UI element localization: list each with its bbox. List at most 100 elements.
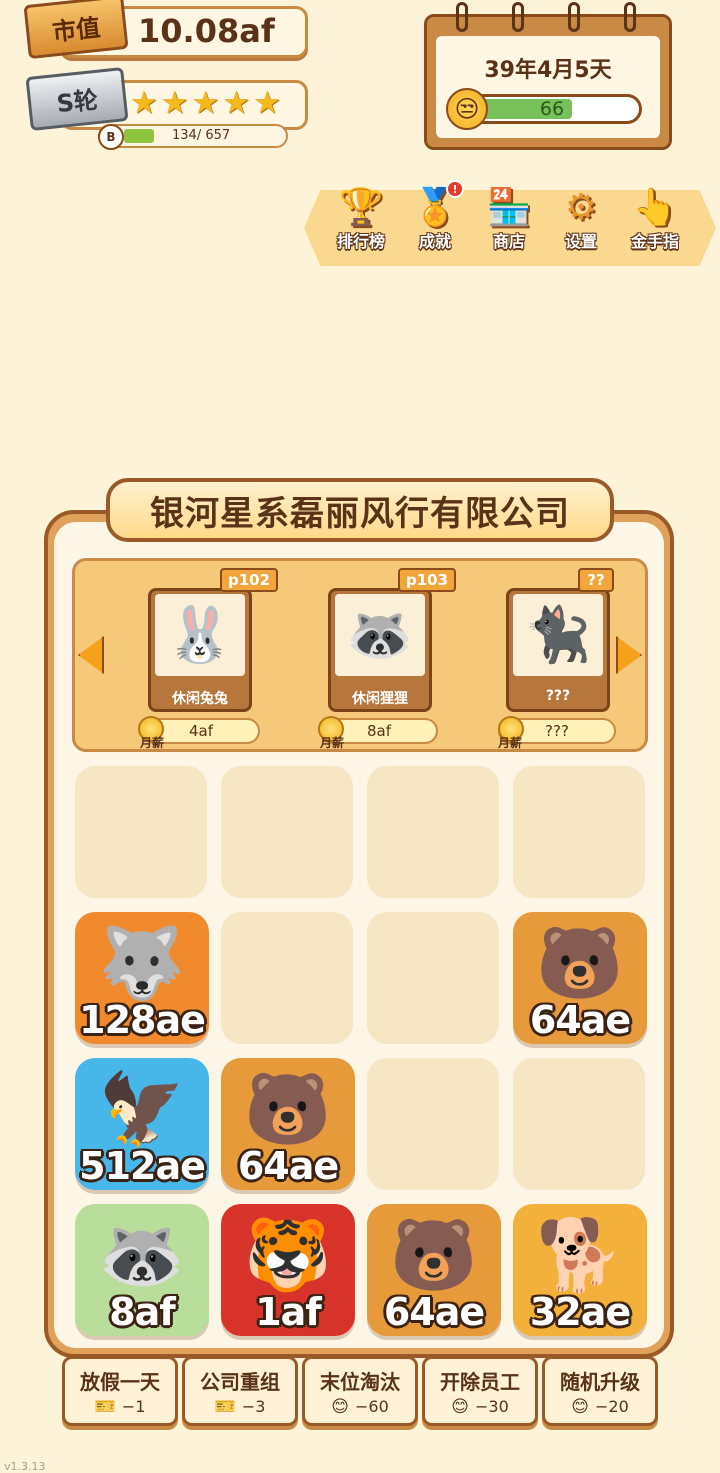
trophy-icon: 🏆: [338, 187, 384, 228]
version-label: v1.3.13: [4, 1460, 46, 1473]
action-label: 放假一天: [80, 1369, 160, 1394]
employee-tag: ??: [578, 568, 614, 592]
employee-name: ???: [545, 688, 571, 704]
employee-tag: p102: [220, 568, 278, 592]
tile-value: 512ae: [79, 1144, 206, 1188]
red-panda-icon: 🦝: [335, 594, 425, 676]
market-value-label: 市值: [50, 13, 102, 46]
employee-tile-bear[interactable]: 🐻 64ae: [367, 1204, 501, 1336]
shiba-icon: 🐕: [536, 1214, 624, 1296]
game-date: 39年4月5天: [484, 58, 612, 83]
xp-progress-fill: [124, 129, 154, 143]
action-fire-employee-button[interactable]: 开除员工 😊 −30: [422, 1356, 538, 1426]
tile-value: 64ae: [529, 998, 631, 1042]
smile-icon: 😊: [571, 1396, 589, 1417]
market-value-tag: 市值: [23, 0, 129, 60]
empty-grid-slot[interactable]: [513, 766, 645, 898]
calendar-ring-icon: [568, 2, 580, 32]
rabbit-icon: 🐰: [155, 594, 245, 676]
employee-name: 休闲狸狸: [352, 691, 408, 707]
smile-icon: 😊: [331, 1396, 349, 1417]
smile-icon: 😊: [451, 1396, 469, 1417]
action-label: 公司重组: [200, 1369, 280, 1394]
action-eliminate-last-button[interactable]: 末位淘汰 😊 −60: [302, 1356, 418, 1426]
star-icon: ★: [130, 85, 158, 121]
action-cost: 🎫 −3: [215, 1397, 266, 1417]
rank-label: S轮: [55, 85, 100, 118]
action-label: 开除员工: [440, 1369, 520, 1394]
locked-silhouette-icon: 🐈‍⬛: [513, 594, 603, 676]
menu-settings-button[interactable]: ⚙ 设置: [546, 180, 616, 260]
salary-label: 月薪: [498, 736, 523, 750]
xp-progress-text: 134/ 657: [172, 128, 231, 143]
company-name-banner: 银河星系磊丽风行有限公司: [106, 478, 614, 542]
star-icon: ★: [253, 85, 281, 121]
salary-label: 月薪: [320, 736, 345, 750]
employee-tile-bear[interactable]: 🐻 64ae: [513, 912, 647, 1044]
employee-tag: p103: [398, 568, 456, 592]
menu-label: 设置: [564, 232, 597, 251]
menu-label: 金手指: [630, 232, 679, 251]
menu-shop-button[interactable]: 🏪 商店: [474, 180, 544, 260]
action-label: 随机升级: [560, 1369, 640, 1394]
bear-icon: 🐻: [244, 1068, 332, 1150]
cost-value: −30: [474, 1397, 509, 1416]
action-cost: 😊 −60: [331, 1397, 389, 1417]
wolf-icon: 🐺: [98, 922, 186, 1004]
gear-icon: ⚙: [564, 186, 598, 228]
menu-golden-finger-button[interactable]: 👆 金手指: [620, 180, 690, 260]
calendar-ring-icon: [456, 2, 468, 32]
calendar-ring-icon: [512, 2, 524, 32]
notification-badge: !: [446, 180, 464, 198]
bear-icon: 🐻: [390, 1214, 478, 1296]
employee-tile-tiger[interactable]: 🐯 1af: [221, 1204, 355, 1336]
rank-tag: S轮: [25, 67, 129, 131]
mood-value: 66: [539, 98, 565, 120]
ticket-icon: 🎫: [214, 1396, 236, 1417]
cost-value: −60: [354, 1397, 389, 1416]
cost-value: −3: [241, 1397, 266, 1416]
menu-label: 商店: [492, 232, 525, 251]
neutral-face-icon: 😒: [446, 88, 488, 130]
tile-value: 64ae: [383, 1290, 485, 1334]
tile-value: 8af: [109, 1290, 176, 1334]
star-icon: ★: [191, 85, 220, 121]
empty-grid-slot[interactable]: [367, 912, 499, 1044]
eagle-icon: 🦅: [98, 1068, 186, 1150]
empty-grid-slot[interactable]: [221, 912, 353, 1044]
employee-tile-red-panda[interactable]: 🦝 8af: [75, 1204, 209, 1336]
action-label: 末位淘汰: [320, 1369, 400, 1394]
star-rating: ★ ★ ★ ★ ★: [130, 86, 281, 120]
menu-label: 排行榜: [336, 232, 385, 251]
tile-value: 32ae: [529, 1290, 631, 1334]
action-cost: 😊 −20: [571, 1397, 629, 1417]
empty-grid-slot[interactable]: [513, 1058, 645, 1190]
star-icon: ★: [222, 85, 251, 121]
menu-leaderboard-button[interactable]: 🏆 排行榜: [326, 180, 396, 260]
action-cost: 😊 −30: [451, 1397, 509, 1417]
action-day-off-button[interactable]: 放假一天 🎫 −1: [62, 1356, 178, 1426]
employee-tile-bear[interactable]: 🐻 64ae: [221, 1058, 355, 1190]
action-cost: 🎫 −1: [95, 1397, 146, 1417]
employee-tile-eagle[interactable]: 🦅 512ae: [75, 1058, 209, 1190]
salary-label: 月薪: [140, 736, 165, 750]
calendar-ring-icon: [624, 2, 636, 32]
xp-level-badge: B: [98, 124, 124, 150]
employee-name: 休闲兔兔: [172, 691, 228, 707]
empty-grid-slot[interactable]: [367, 766, 499, 898]
shop-icon: 🏪: [486, 187, 532, 228]
empty-grid-slot[interactable]: [75, 766, 207, 898]
empty-grid-slot[interactable]: [221, 766, 353, 898]
bear-icon: 🐻: [536, 922, 624, 1004]
action-restructure-button[interactable]: 公司重组 🎫 −3: [182, 1356, 298, 1426]
star-icon: ★: [160, 85, 189, 121]
tile-value: 64ae: [237, 1144, 339, 1188]
empty-grid-slot[interactable]: [367, 1058, 499, 1190]
action-random-upgrade-button[interactable]: 随机升级 😊 −20: [542, 1356, 658, 1426]
ticket-icon: 🎫: [94, 1396, 116, 1417]
employee-tile-shiba[interactable]: 🐕 32ae: [513, 1204, 647, 1336]
tile-value: 1af: [255, 1290, 322, 1334]
cost-value: −1: [121, 1397, 146, 1416]
employee-tile-wolf[interactable]: 🐺 128ae: [75, 912, 209, 1044]
menu-label: 成就: [418, 232, 451, 251]
